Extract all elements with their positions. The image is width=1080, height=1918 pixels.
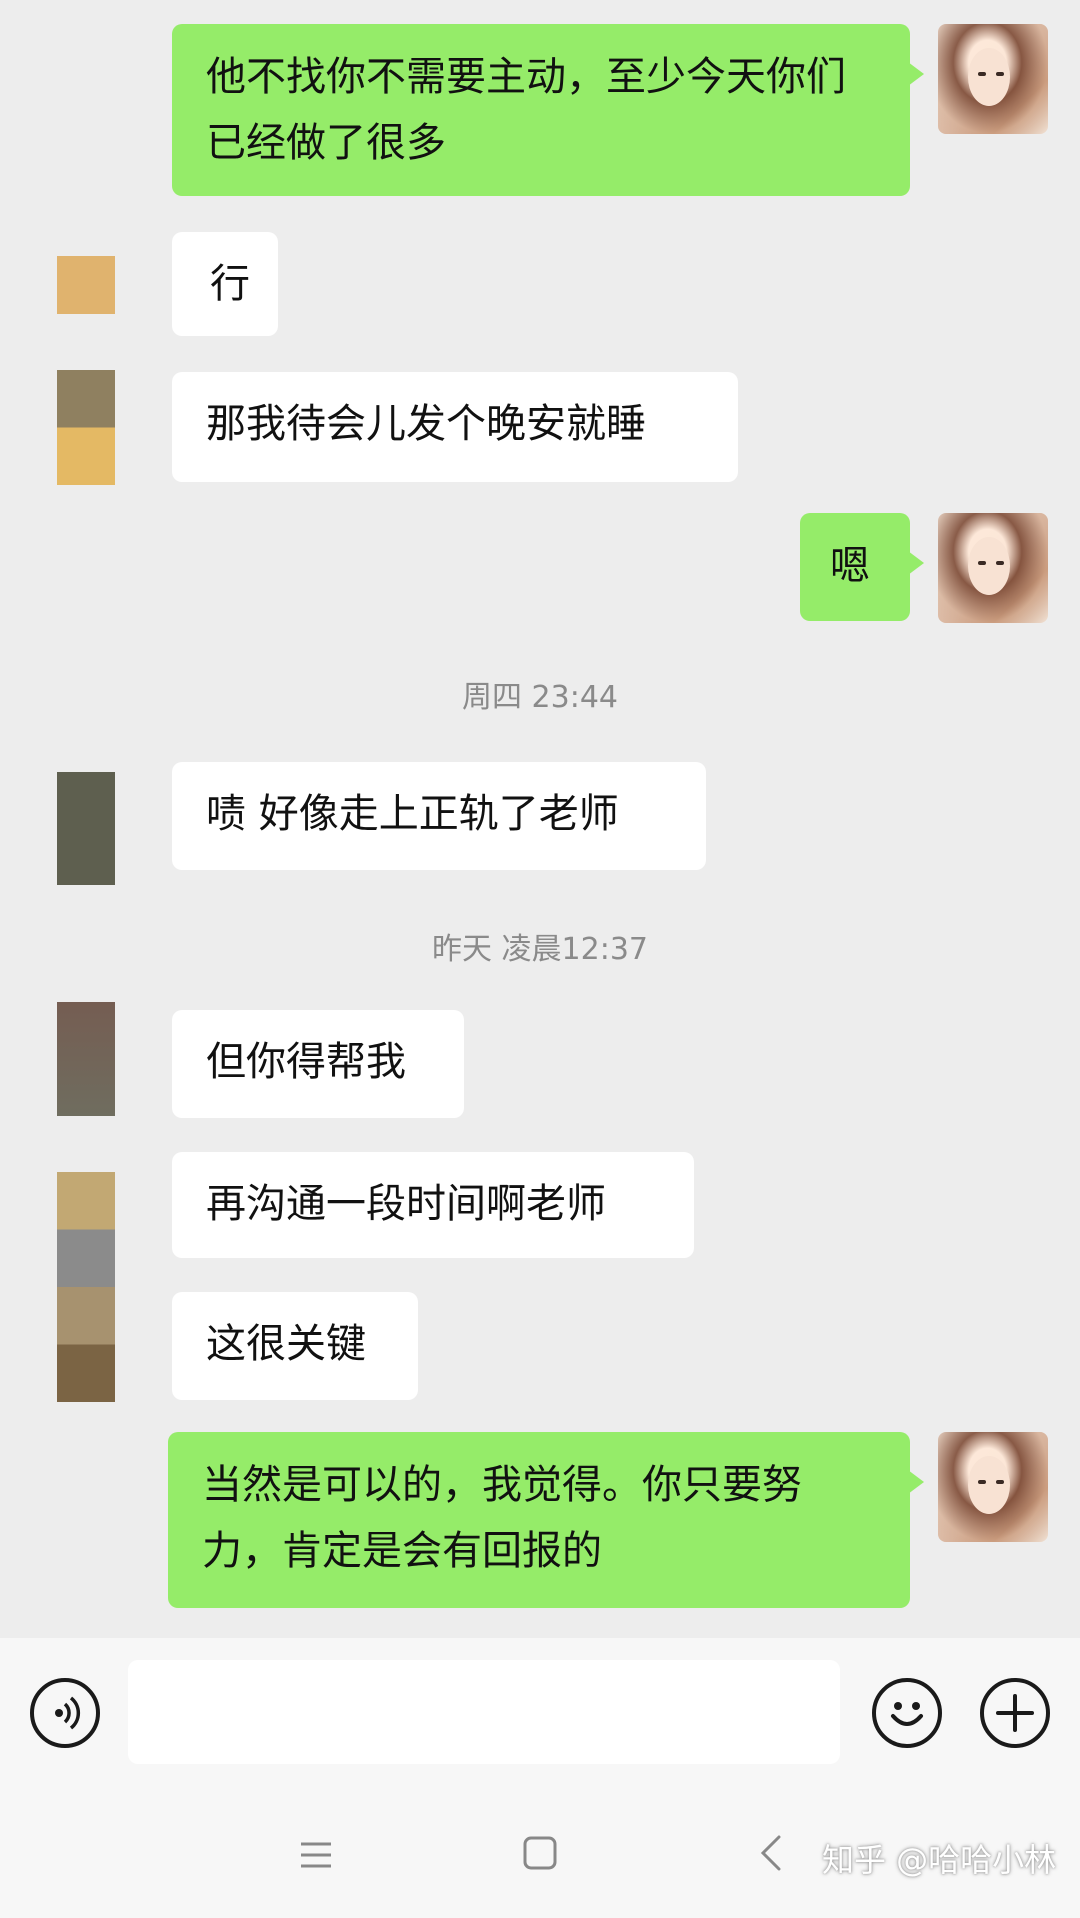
message-input[interactable] — [128, 1660, 840, 1764]
input-bar — [0, 1638, 1080, 1788]
timestamp: 周四 23:44 — [462, 680, 618, 715]
message-text: 那我待会儿发个晚安就睡 — [206, 401, 646, 447]
contact-avatar[interactable] — [57, 1002, 115, 1116]
home-icon[interactable] — [522, 1835, 558, 1871]
chat-area[interactable]: 他不找你不需要主动，至少今天你们已经做了很多 行 那我待会儿发个晚安就睡 嗯 周… — [0, 0, 1080, 1638]
sent-message-bubble[interactable]: 嗯 — [800, 513, 924, 621]
watermark: 知乎 @哈哈小林 — [822, 1841, 1057, 1879]
voice-icon[interactable] — [30, 1678, 100, 1748]
my-avatar[interactable] — [938, 24, 1048, 134]
received-message-bubble[interactable]: 那我待会儿发个晚安就睡 — [172, 372, 738, 482]
message-text: 这很关键 — [206, 1321, 366, 1367]
message-text: 但你得帮我 — [206, 1039, 406, 1085]
my-avatar[interactable] — [938, 513, 1048, 623]
contact-avatar[interactable] — [57, 256, 115, 314]
received-message-bubble[interactable]: 但你得帮我 — [172, 1010, 464, 1118]
contact-avatar[interactable] — [57, 1172, 115, 1402]
menu-icon[interactable] — [298, 1840, 334, 1870]
received-message-bubble[interactable]: 啧 好像走上正轨了老师 — [172, 762, 706, 870]
back-icon[interactable] — [757, 1833, 785, 1873]
message-text: 他不找你不需要主动，至少今天你们已经做了很多 — [206, 54, 846, 166]
timestamp: 昨天 凌晨12:37 — [432, 932, 648, 967]
plus-icon[interactable] — [980, 1678, 1050, 1748]
contact-avatar[interactable] — [57, 772, 115, 885]
received-message-bubble[interactable]: 再沟通一段时间啊老师 — [172, 1152, 694, 1258]
contact-avatar[interactable] — [57, 370, 115, 485]
message-text: 再沟通一段时间啊老师 — [206, 1181, 606, 1227]
emoji-icon[interactable] — [872, 1678, 942, 1748]
message-text: 当然是可以的，我觉得。你只要努力，肯定是会有回报的 — [202, 1462, 802, 1574]
message-text: 啧 好像走上正轨了老师 — [206, 791, 619, 837]
my-avatar[interactable] — [938, 1432, 1048, 1542]
sent-message-bubble[interactable]: 当然是可以的，我觉得。你只要努力，肯定是会有回报的 — [168, 1432, 924, 1608]
received-message-bubble[interactable]: 这很关键 — [172, 1292, 418, 1400]
message-text: 嗯 — [830, 543, 870, 589]
message-text: 行 — [210, 261, 250, 307]
sent-message-bubble[interactable]: 他不找你不需要主动，至少今天你们已经做了很多 — [172, 24, 924, 196]
received-message-bubble[interactable]: 行 — [172, 232, 278, 336]
